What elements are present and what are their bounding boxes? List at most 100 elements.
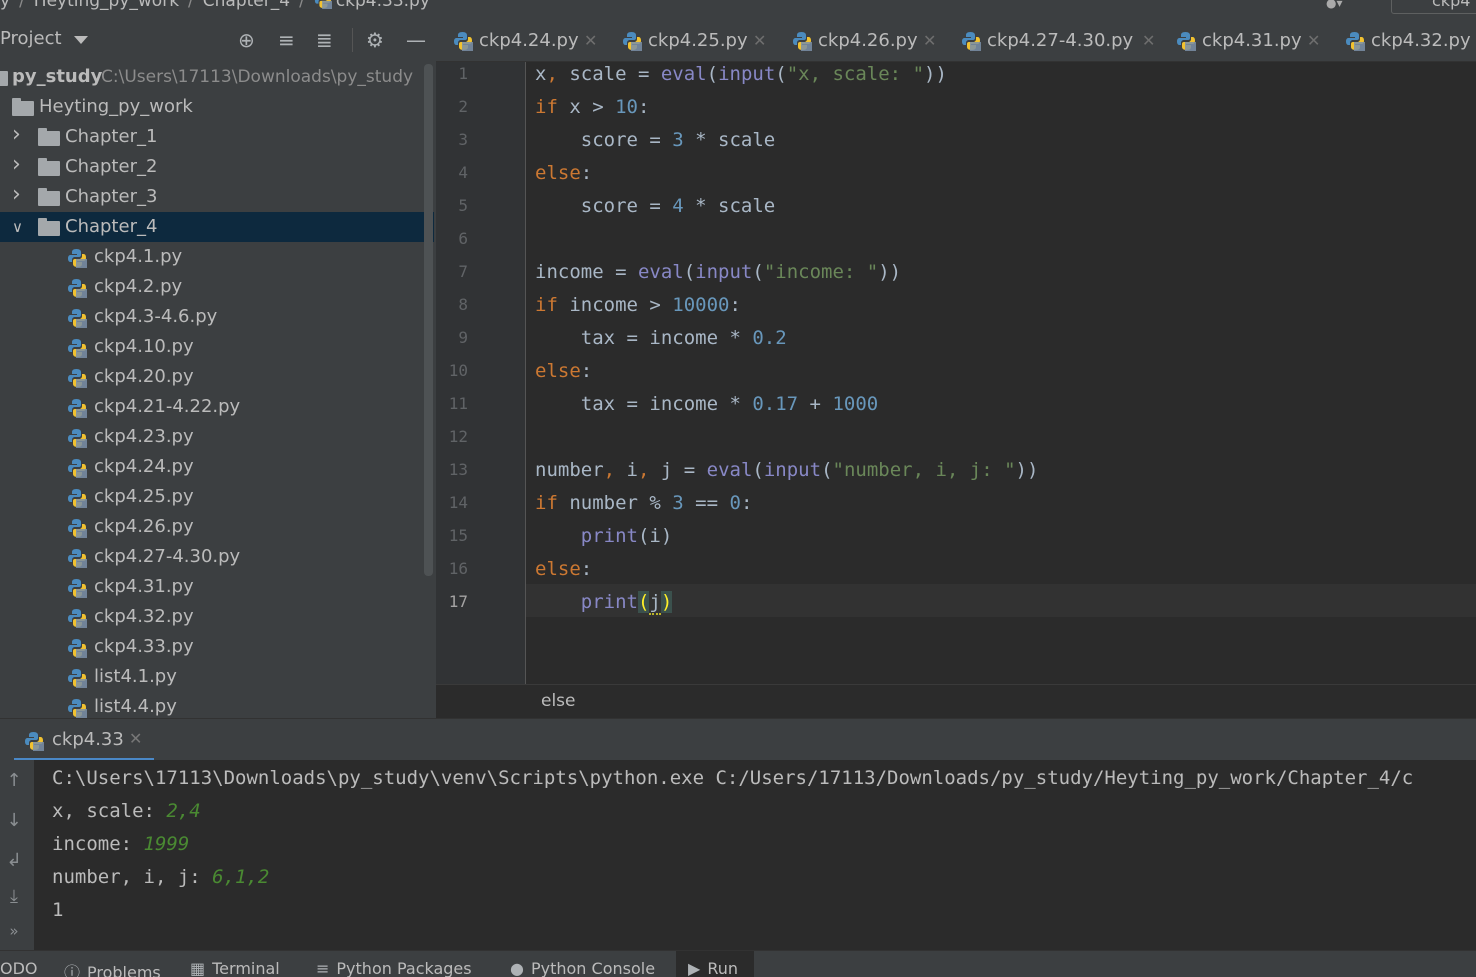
run-toolwindow-tab[interactable]: ▶ Run bbox=[688, 959, 738, 977]
tree-item-file[interactable]: ckp4.26.py bbox=[0, 512, 434, 542]
python-packages-tab[interactable]: ≡ Python Packages bbox=[316, 959, 472, 977]
tree-item-file[interactable]: ckp4.20.py bbox=[0, 362, 434, 392]
tree-item-label: ckp4.32.py bbox=[94, 606, 194, 627]
breadcrumb-item[interactable]: Chapter_4 bbox=[203, 0, 290, 11]
tree-item-file[interactable]: ckp4.23.py bbox=[0, 422, 434, 452]
run-console[interactable]: ↑ ↓ ↲ ⤓ » C:\Users\17113\Downloads\py_st… bbox=[0, 760, 1476, 950]
tree-item-file[interactable]: ckp4.32.py bbox=[0, 602, 434, 632]
close-icon[interactable]: ✕ bbox=[753, 16, 766, 61]
python-icon: ● bbox=[510, 959, 524, 977]
tree-item-file[interactable]: ckp4.2.py bbox=[0, 272, 434, 302]
code-line[interactable]: else: bbox=[535, 161, 592, 194]
python-icon bbox=[24, 731, 44, 751]
todo-tab[interactable]: ODO bbox=[0, 959, 38, 977]
code-line[interactable]: if income > 10000: bbox=[535, 293, 741, 326]
chevron-right-icon[interactable]: › bbox=[12, 120, 21, 150]
close-icon[interactable]: ✕ bbox=[584, 16, 597, 61]
folder-icon bbox=[38, 188, 60, 206]
code-line[interactable]: number, i, j = eval(input("number, i, j:… bbox=[535, 458, 1038, 491]
collapse-all-icon[interactable]: ≣ bbox=[316, 28, 333, 52]
chevron-right-icon[interactable]: › bbox=[12, 180, 21, 210]
arrow-down-icon[interactable]: ↓ bbox=[2, 810, 26, 831]
user-icon[interactable]: ●▾ bbox=[1326, 0, 1362, 10]
chevron-down-icon[interactable] bbox=[74, 36, 88, 44]
code-line[interactable]: tax = income * 0.17 + 1000 bbox=[535, 392, 878, 425]
tree-item-file[interactable]: ckp4.3-4.6.py bbox=[0, 302, 434, 332]
tree-item-file[interactable]: list4.1.py bbox=[0, 662, 434, 692]
close-icon[interactable]: ✕ bbox=[129, 729, 142, 748]
breadcrumb-item[interactable]: y bbox=[0, 0, 10, 11]
soft-wrap-icon[interactable]: ↲ bbox=[2, 850, 26, 871]
tree-item-label: list4.4.py bbox=[94, 696, 177, 717]
locate-icon[interactable]: ⊕ bbox=[238, 28, 255, 52]
console-toolbar: ↑ ↓ ↲ ⤓ » bbox=[0, 760, 34, 950]
tree-item-label: ckp4.20.py bbox=[94, 366, 194, 387]
line-number: 11 bbox=[448, 394, 468, 413]
tree-item-file[interactable]: ckp4.33.py bbox=[0, 632, 434, 662]
tree-item-file[interactable]: ckp4.25.py bbox=[0, 482, 434, 512]
tree-item-folder[interactable]: ∨ Chapter_4 bbox=[0, 212, 434, 242]
run-config-select[interactable]: ckp4 bbox=[1391, 0, 1476, 14]
line-number: 5 bbox=[458, 196, 468, 215]
chevron-right-icon[interactable]: › bbox=[12, 150, 21, 180]
python-console-tab[interactable]: ● Python Console bbox=[510, 959, 655, 977]
line-number: 14 bbox=[448, 493, 468, 512]
hide-icon[interactable]: — bbox=[406, 28, 426, 52]
code-line[interactable]: tax = income * 0.2 bbox=[535, 326, 787, 359]
line-number: 8 bbox=[458, 295, 468, 314]
breadcrumb-item[interactable]: ckp4.33.py bbox=[336, 0, 430, 11]
python-file-icon bbox=[67, 698, 87, 718]
project-view-selector[interactable]: Project bbox=[0, 28, 62, 49]
tree-item-file[interactable]: ckp4.31.py bbox=[0, 572, 434, 602]
folder-icon bbox=[38, 158, 60, 176]
code-line[interactable]: income = eval(input("income: ")) bbox=[535, 260, 901, 293]
matched-bracket: ( bbox=[637, 591, 650, 613]
terminal-tab[interactable]: ▦ Terminal bbox=[190, 959, 280, 977]
arrow-up-icon[interactable]: ↑ bbox=[2, 770, 26, 791]
expand-all-icon[interactable]: ≡ bbox=[278, 28, 295, 52]
code-line[interactable]: else: bbox=[535, 359, 592, 392]
tree-item-file[interactable]: ckp4.10.py bbox=[0, 332, 434, 362]
code-line[interactable]: score = 4 * scale bbox=[535, 194, 776, 227]
problems-tab[interactable]: ⓘ Problems bbox=[64, 959, 161, 977]
close-icon[interactable]: ✕ bbox=[1142, 16, 1155, 61]
tree-scrollbar[interactable] bbox=[424, 64, 433, 576]
tree-item-file[interactable]: ckp4.27-4.30.py bbox=[0, 542, 434, 572]
more-icon[interactable]: » bbox=[2, 922, 26, 940]
code-line[interactable]: if number % 3 == 0: bbox=[535, 491, 752, 524]
tree-item-file[interactable]: ckp4.24.py bbox=[0, 452, 434, 482]
code-line[interactable]: else: bbox=[535, 557, 592, 590]
breadcrumb-item[interactable]: else bbox=[541, 691, 576, 711]
python-file-icon bbox=[622, 31, 642, 51]
code-line[interactable]: if x > 10: bbox=[535, 95, 649, 128]
scroll-to-end-icon[interactable]: ⤓ bbox=[2, 886, 26, 907]
tree-item-folder[interactable]: Heyting_py_work bbox=[0, 92, 434, 122]
gear-icon[interactable]: ⚙ bbox=[366, 28, 384, 52]
python-file-icon bbox=[67, 638, 87, 658]
terminal-icon: ▦ bbox=[190, 959, 206, 977]
run-panel-header: ckp4.33 ✕ bbox=[0, 718, 1476, 761]
close-icon[interactable]: ✕ bbox=[923, 16, 936, 61]
tool-window-bar: ODO ⓘ Problems ▦ Terminal ≡ Python Packages… bbox=[0, 950, 1476, 977]
tree-item-folder[interactable]: › Chapter_2 bbox=[0, 152, 434, 182]
code-line[interactable]: x, scale = eval(input("x, scale: ")) bbox=[535, 62, 947, 95]
code-line[interactable]: print(i) bbox=[535, 524, 673, 557]
close-icon[interactable]: ✕ bbox=[1307, 16, 1320, 61]
tree-item-file[interactable]: list4.4.py bbox=[0, 692, 434, 718]
tree-item-label: ckp4.27-4.30.py bbox=[94, 546, 241, 567]
python-file-icon bbox=[67, 428, 87, 448]
code-line[interactable]: print(j) bbox=[535, 590, 673, 623]
tree-item-label: ckp4.26.py bbox=[94, 516, 194, 537]
code-line[interactable]: score = 3 * scale bbox=[535, 128, 776, 161]
code-editor[interactable]: 1 2 3 4 5 6 7 8 9 10 11 12 13 14 15 16 17 x, scale = eva… bbox=[436, 62, 1476, 684]
breadcrumb-item[interactable]: Heyting_py_work bbox=[34, 0, 179, 11]
run-tab[interactable]: ckp4.33 ✕ bbox=[14, 719, 154, 761]
editor-tab-label: ckp4.31.py bbox=[1202, 30, 1302, 51]
tree-item-file[interactable]: ckp4.1.py bbox=[0, 242, 434, 272]
chevron-down-icon[interactable]: ∨ bbox=[12, 212, 23, 242]
tree-item-folder[interactable]: › Chapter_1 bbox=[0, 122, 434, 152]
tree-item-folder[interactable]: › Chapter_3 bbox=[0, 182, 434, 212]
tree-item-file[interactable]: ckp4.21-4.22.py bbox=[0, 392, 434, 422]
tree-item-root[interactable]: py_study C:\Users\17113\Downloads\py_stud… bbox=[0, 62, 434, 92]
tree-item-label: ckp4.25.py bbox=[94, 486, 194, 507]
